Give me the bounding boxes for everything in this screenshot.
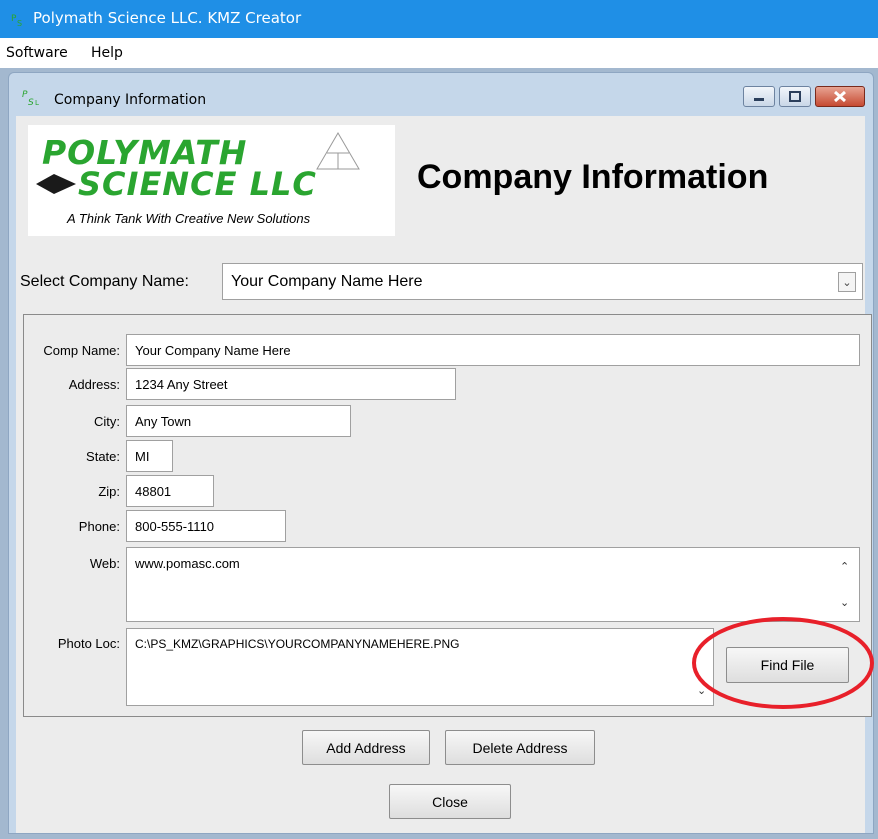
city-field[interactable]: Any Town bbox=[126, 405, 351, 437]
company-select[interactable]: Your Company Name Here ⌄ bbox=[222, 263, 863, 300]
web-field[interactable]: www.pomasc.com bbox=[126, 547, 860, 622]
app-title: Polymath Science LLC. KMZ Creator bbox=[33, 9, 302, 27]
chevron-down-icon[interactable]: ⌄ bbox=[838, 272, 856, 292]
close-window-button[interactable] bbox=[815, 86, 865, 107]
add-address-button[interactable]: Add Address bbox=[302, 730, 430, 765]
address-field[interactable]: 1234 Any Street bbox=[126, 368, 456, 400]
app-titlebar: P S Polymath Science LLC. KMZ Creator bbox=[0, 0, 878, 38]
highlight-ellipse bbox=[692, 617, 874, 709]
menu-software[interactable]: Software bbox=[6, 45, 68, 61]
comp-name-label: Comp Name: bbox=[43, 343, 120, 358]
zip-label: Zip: bbox=[98, 484, 120, 499]
logo-tagline: A Think Tank With Creative New Solutions bbox=[67, 211, 311, 226]
zip-field[interactable]: 48801 bbox=[126, 475, 214, 507]
city-label: City: bbox=[94, 414, 120, 429]
phone-label: Phone: bbox=[78, 519, 120, 534]
svg-text:S: S bbox=[28, 98, 34, 108]
minimize-button[interactable] bbox=[743, 86, 775, 107]
address-label: Address: bbox=[68, 377, 120, 392]
minimize-icon bbox=[754, 98, 764, 101]
photo-loc-field[interactable]: C:\PS_KMZ\GRAPHICS\YOURCOMPANYNAMEHERE.P… bbox=[126, 628, 714, 706]
maximize-button[interactable] bbox=[779, 86, 811, 107]
psl-logo-icon: P S L bbox=[22, 90, 39, 108]
scroll-up-icon[interactable]: ⌃ bbox=[840, 560, 849, 573]
photo-loc-label: Photo Loc: bbox=[57, 636, 120, 651]
scroll-down-icon[interactable]: ⌄ bbox=[840, 596, 849, 609]
svg-text:L: L bbox=[35, 99, 39, 107]
window-title: Company Information bbox=[54, 92, 207, 108]
comp-name-field[interactable]: Your Company Name Here bbox=[126, 334, 860, 366]
logo-line2: SCIENCE LLC bbox=[78, 165, 317, 203]
phone-field[interactable]: 800-555-1110 bbox=[126, 510, 286, 542]
web-field-value: www.pomasc.com bbox=[135, 556, 240, 571]
menu-bar: Software Help bbox=[0, 38, 878, 68]
svg-text:S: S bbox=[17, 19, 22, 28]
close-button[interactable]: Close bbox=[389, 784, 511, 819]
company-logo: POLYMATH SCIENCE LLC A Think Tank With C… bbox=[28, 125, 395, 236]
maximize-icon bbox=[789, 91, 801, 102]
delete-address-button[interactable]: Delete Address bbox=[445, 730, 595, 765]
state-field[interactable]: MI bbox=[126, 440, 173, 472]
state-label: State: bbox=[86, 449, 120, 464]
close-icon bbox=[833, 90, 847, 103]
chip-icon bbox=[36, 174, 76, 194]
web-label: Web: bbox=[89, 556, 120, 571]
photo-loc-value: C:\PS_KMZ\GRAPHICS\YOURCOMPANYNAMEHERE.P… bbox=[135, 637, 460, 651]
company-select-value: Your Company Name Here bbox=[231, 272, 423, 290]
page-title: Company Information bbox=[417, 158, 769, 196]
select-company-label: Select Company Name: bbox=[20, 273, 189, 290]
triangle-icon bbox=[316, 132, 360, 170]
psl-logo-icon: P S bbox=[11, 14, 22, 28]
menu-help[interactable]: Help bbox=[91, 45, 123, 61]
